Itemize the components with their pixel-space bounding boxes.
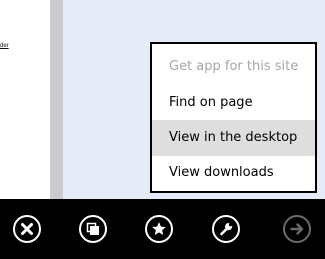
wrench-icon bbox=[220, 222, 233, 236]
browser-screen: der Get app for this site Find on page V… bbox=[0, 0, 325, 259]
close-icon bbox=[21, 223, 33, 235]
page-document-edge bbox=[50, 0, 63, 199]
menu-item-view-in-desktop[interactable]: View in the desktop bbox=[152, 120, 315, 156]
page-tools-menu: Get app for this site Find on page View … bbox=[150, 42, 317, 193]
tabs-button[interactable] bbox=[79, 215, 107, 243]
menu-item-get-app: Get app for this site bbox=[169, 59, 299, 74]
page-link-fragment[interactable]: der bbox=[0, 43, 9, 49]
forward-button[interactable] bbox=[283, 215, 311, 243]
tabs-icon bbox=[86, 222, 99, 235]
favorites-button[interactable] bbox=[145, 215, 173, 243]
page-document: der bbox=[0, 0, 50, 199]
page-tools-button[interactable] bbox=[212, 215, 240, 243]
forward-arrow-icon bbox=[290, 223, 304, 235]
menu-item-find-on-page[interactable]: Find on page bbox=[152, 85, 315, 121]
star-icon bbox=[152, 222, 166, 235]
close-button[interactable] bbox=[13, 215, 41, 243]
menu-item-view-downloads[interactable]: View downloads bbox=[152, 155, 315, 191]
